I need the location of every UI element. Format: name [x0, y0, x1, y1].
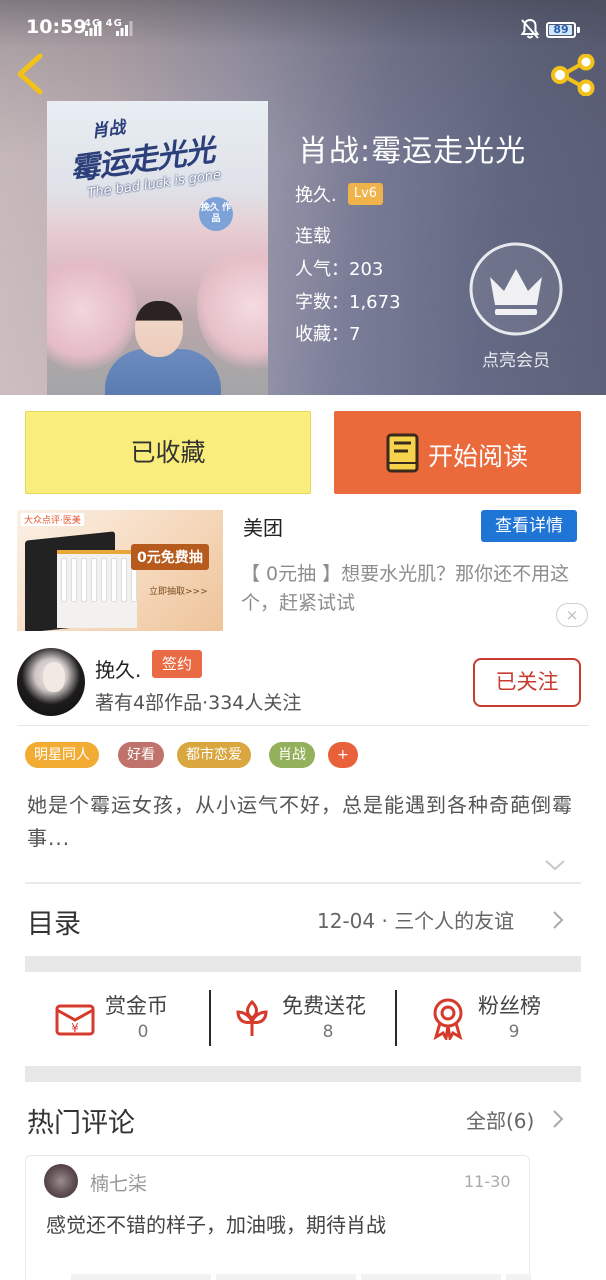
chevron-down-icon[interactable] — [544, 858, 566, 872]
ad-product-vials — [57, 550, 137, 628]
vip-label[interactable]: 点亮会员 — [462, 346, 570, 371]
synopsis: 她是个霉运女孩，从小运气不好，总是能遇到各种奇葩倒霉事... — [27, 793, 573, 850]
status-bar: 10:59 4G 4G 89 — [0, 0, 606, 44]
stat-divider — [209, 990, 211, 1046]
start-reading-label: 开始阅读 — [428, 442, 529, 471]
book-author[interactable]: 挽久. — [295, 185, 337, 206]
section-band — [25, 956, 581, 972]
battery-indicator: 89 — [546, 22, 576, 38]
flower-icon — [236, 999, 268, 1036]
ad-image[interactable]: 大众点评·医美 0元免费抽 立即抽取>>> — [17, 510, 223, 631]
status-time: 10:59 — [26, 16, 87, 38]
comment-date: 11-30 — [464, 1172, 511, 1191]
ad-tag: 0元免费抽 — [131, 544, 209, 570]
book-title: 肖战:霉运走光光 — [298, 134, 527, 169]
toc-latest-chapter[interactable]: 12-04 · 三个人的友谊 — [317, 905, 514, 934]
cover-blossom-right — [197, 241, 268, 371]
author-avatar[interactable] — [17, 648, 85, 716]
battery-nub — [577, 27, 580, 33]
book-cover[interactable]: 肖战 霉运走光光 The bad luck is gone 挽久 作品 — [47, 101, 268, 395]
battery-percent: 89 — [553, 23, 569, 36]
cover-blossom-left — [47, 251, 137, 371]
tag-item[interactable]: 肖战 — [269, 742, 315, 768]
free-flowers[interactable]: 免费送花 8 — [230, 990, 390, 1048]
ad-logo: 大众点评·医美 — [21, 513, 84, 526]
section-band — [25, 1066, 581, 1082]
commenter-avatar[interactable] — [44, 1164, 78, 1198]
red-envelope-icon: ¥ — [55, 1004, 95, 1036]
cover-person-head — [135, 301, 183, 357]
avatar-face — [43, 662, 65, 692]
back-button[interactable] — [12, 52, 52, 96]
book-header: 10:59 4G 4G 89 肖战 霉运走光光 The bad luck is … — [0, 0, 606, 395]
fan-ranking[interactable]: 粉丝榜 9 — [426, 990, 556, 1048]
mute-bell-icon — [520, 18, 540, 39]
stat-label: 免费送花 — [282, 994, 366, 1018]
book-word-count: 字数：1,673 — [295, 292, 401, 313]
book-icon — [386, 433, 419, 473]
author-name[interactable]: 挽久. — [95, 654, 141, 683]
chevron-right-icon[interactable] — [552, 910, 564, 930]
signal-icon — [85, 21, 102, 36]
tag-item[interactable]: 好看 — [118, 742, 164, 768]
book-popularity: 人气：203 — [295, 259, 384, 280]
signal-icon-2 — [116, 21, 133, 36]
collected-button[interactable]: 已收藏 — [25, 411, 311, 494]
add-tag-button[interactable]: + — [328, 742, 358, 768]
comment-card[interactable]: 楠七柒 11-30 感觉还不错的样子，加油哦，期待肖战 — [25, 1155, 531, 1280]
chevron-right-icon[interactable] — [552, 1109, 564, 1129]
comment-text: 感觉还不错的样子，加油哦，期待肖战 — [46, 1213, 386, 1237]
author-stats: 著有4部作品·334人关注 — [95, 692, 302, 714]
ad-link[interactable]: 立即抽取>>> — [149, 584, 208, 597]
start-reading-button[interactable]: 开始阅读 — [334, 411, 581, 494]
author-row: 挽久. Lv6 — [295, 181, 384, 206]
ad-description: 【 0元抽 】想要水光肌？那你还不用这个，赶紧试试 — [241, 563, 570, 614]
stat-value: 9 — [508, 1022, 520, 1042]
level-badge: Lv6 — [347, 183, 384, 205]
toc-title[interactable]: 目录 — [27, 902, 81, 941]
tag-item[interactable]: 明星同人 — [25, 742, 99, 768]
book-favorites: 收藏：7 — [295, 324, 361, 345]
reward-coins[interactable]: ¥ 赏金币 0 — [53, 990, 203, 1048]
stat-divider — [395, 990, 397, 1046]
commenter-name[interactable]: 楠七柒 — [90, 1169, 147, 1196]
divider — [25, 882, 581, 884]
stat-label: 赏金币 — [105, 994, 168, 1018]
svg-text:¥: ¥ — [71, 1021, 79, 1035]
divider — [17, 725, 589, 726]
comment-actions-faint — [71, 1274, 531, 1280]
tag-item[interactable]: 都市恋爱 — [177, 742, 251, 768]
award-ribbon-icon — [433, 998, 463, 1040]
share-button[interactable] — [548, 54, 598, 96]
ad-title: 美团 — [243, 516, 283, 540]
ad-detail-button[interactable]: 查看详情 — [481, 510, 577, 542]
stat-label: 粉丝榜 — [478, 994, 541, 1018]
stat-value: 0 — [137, 1022, 149, 1042]
signed-badge: 签约 — [152, 650, 203, 678]
crown-icon[interactable] — [468, 241, 564, 337]
stat-value: 8 — [322, 1022, 334, 1042]
follow-button[interactable]: 已关注 — [473, 658, 581, 707]
all-comments-link[interactable]: 全部(6) — [466, 1105, 534, 1134]
book-status: 连载 — [295, 226, 331, 247]
ad-close-button[interactable]: × — [556, 603, 588, 627]
hot-comments-title: 热门评论 — [27, 1108, 135, 1139]
cover-seal: 挽久 作品 — [199, 197, 233, 231]
